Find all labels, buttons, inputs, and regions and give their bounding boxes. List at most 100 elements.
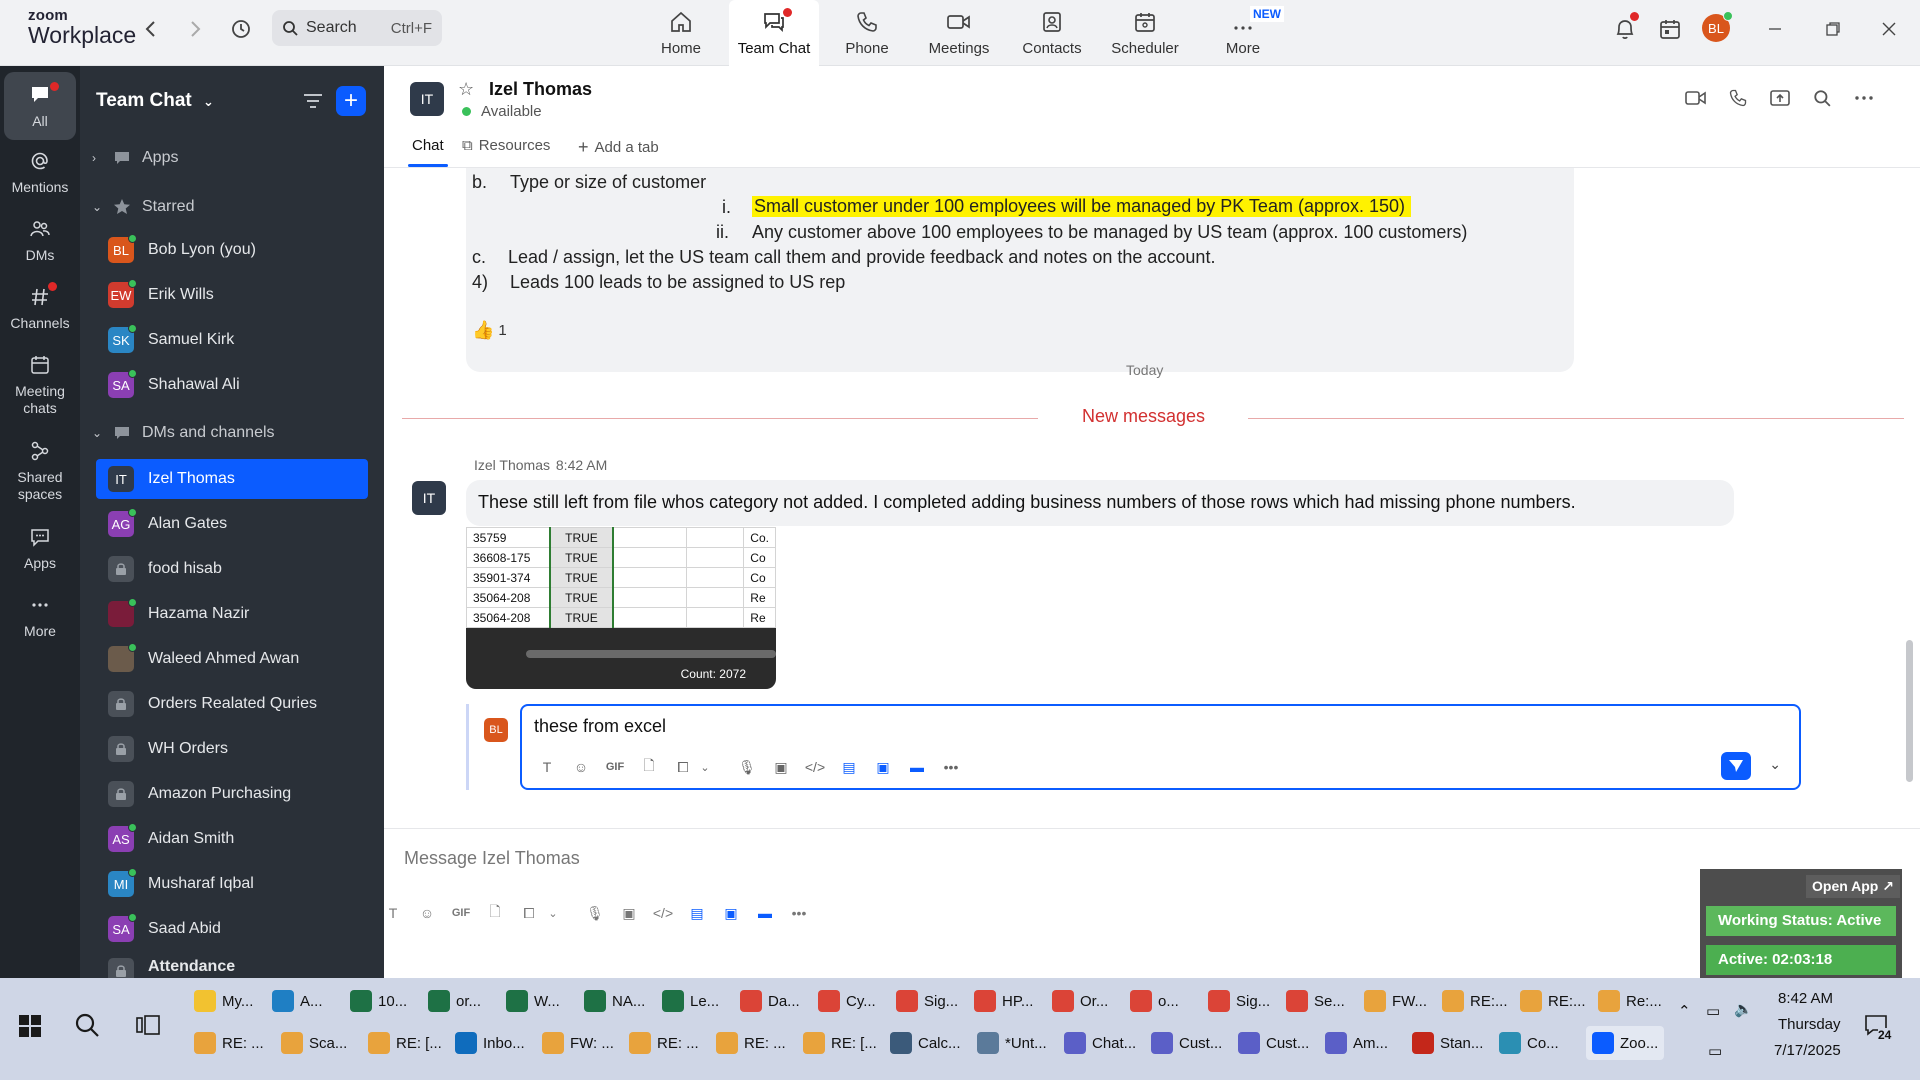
microphone-icon[interactable]: 🎙	[582, 900, 608, 926]
forward-arrow-icon[interactable]	[180, 14, 210, 44]
taskbar-app-button[interactable]: Sig...	[896, 984, 958, 1018]
taskbar-app-button[interactable]: Zoo...	[1586, 1026, 1665, 1060]
taskbar-app-button[interactable]: or...	[428, 984, 481, 1018]
sidebar-item-musharaf-iqbal[interactable]: MI Musharaf Iqbal	[96, 864, 368, 904]
windows-start-icon[interactable]	[18, 1014, 42, 1043]
reply-composer[interactable]: these from excel T ☺ GIF 🗋 ⧠ ⌄ 🎙 ▣ </> ▤…	[520, 704, 1801, 790]
rail-channels[interactable]: Channels	[0, 282, 80, 332]
sidebar-item-hazama-nazir[interactable]: Hazama Nazir	[96, 594, 368, 634]
taskbar-app-button[interactable]: Co...	[1499, 1026, 1559, 1060]
taskbar-app-button[interactable]: Or...	[1052, 984, 1108, 1018]
tab-more[interactable]: NEW More	[1198, 0, 1288, 66]
app-icon[interactable]: ▬	[904, 754, 930, 780]
volume-icon[interactable]: 🔈	[1734, 1000, 1753, 1018]
taskbar-app-button[interactable]: Sca...	[281, 1026, 347, 1060]
taskbar-app-button[interactable]: RE: [...	[368, 1026, 442, 1060]
taskbar-app-button[interactable]: FW: ...	[542, 1026, 614, 1060]
screenshot-icon[interactable]: ⧠	[516, 900, 542, 926]
tab-chat[interactable]: Chat	[412, 137, 444, 154]
sidebar-item-alan-gates[interactable]: AG Alan Gates	[96, 504, 368, 544]
app-icon[interactable]: ▬	[752, 900, 778, 926]
file-icon[interactable]: 🗋	[482, 900, 508, 926]
gif-icon[interactable]: GIF	[448, 900, 474, 926]
tab-home[interactable]: Home	[636, 0, 726, 66]
taskbar-app-button[interactable]: RE:...	[1442, 984, 1508, 1018]
tab-contacts[interactable]: Contacts	[1007, 0, 1097, 66]
taskbar-app-button[interactable]: Da...	[740, 984, 800, 1018]
section-dms-channels[interactable]: ⌄ DMs and channels	[92, 423, 275, 443]
taskbar-app-button[interactable]: o...	[1130, 984, 1179, 1018]
search-icon[interactable]	[74, 1012, 100, 1043]
taskbar-app-button[interactable]: Sig...	[1208, 984, 1270, 1018]
taskbar-app-button[interactable]: Calc...	[890, 1026, 961, 1060]
taskbar-app-button[interactable]: 10...	[350, 984, 407, 1018]
sidebar-item-orders-realated-quries[interactable]: Orders Realated Quries	[96, 684, 368, 724]
taskbar-app-button[interactable]: Cust...	[1238, 1026, 1309, 1060]
filter-icon[interactable]	[300, 88, 326, 114]
rail-more[interactable]: More	[0, 592, 80, 640]
tab-phone[interactable]: Phone	[822, 0, 912, 66]
open-app-button[interactable]: Open App ↗	[1806, 875, 1900, 898]
sidebar-item-izel-thomas[interactable]: IT Izel Thomas	[96, 459, 368, 499]
taskbar-app-button[interactable]: A...	[272, 984, 323, 1018]
chevron-down-icon[interactable]: ⌄	[1769, 756, 1781, 773]
phone-call-icon[interactable]	[1724, 84, 1752, 112]
notification-center-icon[interactable]: 24	[1864, 1014, 1892, 1042]
code-icon[interactable]: </>	[650, 900, 676, 926]
app-icon[interactable]: ▤	[836, 754, 862, 780]
taskbar-app-button[interactable]: RE: ...	[629, 1026, 699, 1060]
code-icon[interactable]: </>	[802, 754, 828, 780]
microphone-icon[interactable]: 🎙	[734, 754, 760, 780]
tab-meetings[interactable]: Meetings	[914, 0, 1004, 66]
more-tools-icon[interactable]: •••	[786, 900, 812, 926]
battery-icon[interactable]: ▭	[1706, 1002, 1720, 1020]
taskbar-app-button[interactable]: *Unt...	[977, 1026, 1047, 1060]
reply-input[interactable]: these from excel	[534, 716, 666, 737]
clock-date[interactable]: 7/17/2025	[1774, 1042, 1841, 1059]
sidebar-item-erik-wills[interactable]: EW Erik Wills	[96, 275, 368, 315]
chevron-down-icon[interactable]: ⌄	[540, 900, 566, 926]
tab-team-chat[interactable]: Team Chat	[729, 0, 819, 66]
sidebar-item-amazon-purchasing[interactable]: Amazon Purchasing	[96, 774, 368, 814]
sidebar-item-wh-orders[interactable]: WH Orders	[96, 729, 368, 769]
taskbar-app-button[interactable]: Am...	[1325, 1026, 1388, 1060]
rail-apps[interactable]: Apps	[0, 524, 80, 572]
rail-meeting-chats[interactable]: Meeting chats	[0, 352, 80, 417]
rail-all[interactable]: All	[4, 72, 76, 140]
taskbar-app-button[interactable]: W...	[506, 984, 560, 1018]
taskbar-app-button[interactable]: RE: ...	[716, 1026, 786, 1060]
history-icon[interactable]	[226, 14, 256, 44]
sidebar-item-shahawal-ali[interactable]: SA Shahawal Ali	[96, 365, 368, 405]
bell-icon[interactable]	[1610, 12, 1640, 44]
restore-icon[interactable]	[1818, 14, 1848, 44]
format-text-icon[interactable]: T	[380, 900, 406, 926]
sidebar-item-attendance[interactable]: Attendance	[96, 952, 368, 978]
section-starred[interactable]: ⌄ Starred	[92, 197, 194, 217]
section-apps[interactable]: › Apps	[92, 148, 178, 168]
taskbar-app-button[interactable]: RE: [...	[803, 1026, 877, 1060]
search-icon[interactable]	[1808, 84, 1836, 112]
rail-dms[interactable]: DMs	[0, 216, 80, 264]
tab-resources[interactable]: ⧉ Resources	[462, 137, 550, 154]
app-icon[interactable]: ▣	[718, 900, 744, 926]
search-box[interactable]: Search Ctrl+F	[272, 10, 442, 46]
image-attachment[interactable]: 35759 TRUE Co. 36608-175 TRUE Co 35901-374 TR…	[466, 527, 776, 689]
app-icon[interactable]: ▣	[870, 754, 896, 780]
message-input[interactable]: Message Izel Thomas	[404, 848, 580, 869]
emoji-icon[interactable]: ☺	[414, 900, 440, 926]
chevron-up-icon[interactable]: ⌃	[1678, 1002, 1691, 1020]
chevron-down-icon[interactable]: ⌄	[692, 754, 718, 780]
taskbar-app-button[interactable]: Cy...	[818, 984, 876, 1018]
more-options-icon[interactable]	[1850, 84, 1878, 112]
sidebar-item-aidan-smith[interactable]: AS Aidan Smith	[96, 819, 368, 859]
tab-add[interactable]: + Add a tab	[578, 137, 659, 158]
sidebar-item-saad-abid[interactable]: SA Saad Abid	[96, 909, 368, 949]
user-avatar[interactable]: BL	[1702, 11, 1733, 42]
scrollbar[interactable]	[1906, 640, 1913, 782]
sidebar-title[interactable]: Team Chat ⌄	[96, 90, 214, 112]
sidebar-item-samuel-kirk[interactable]: SK Samuel Kirk	[96, 320, 368, 360]
clock-day[interactable]: Thursday	[1778, 1016, 1841, 1033]
sidebar-item-bob-lyon[interactable]: BL Bob Lyon (you)	[96, 230, 368, 270]
reaction-chip[interactable]: 👍 1	[472, 320, 507, 341]
file-icon[interactable]: 🗋	[636, 754, 662, 780]
